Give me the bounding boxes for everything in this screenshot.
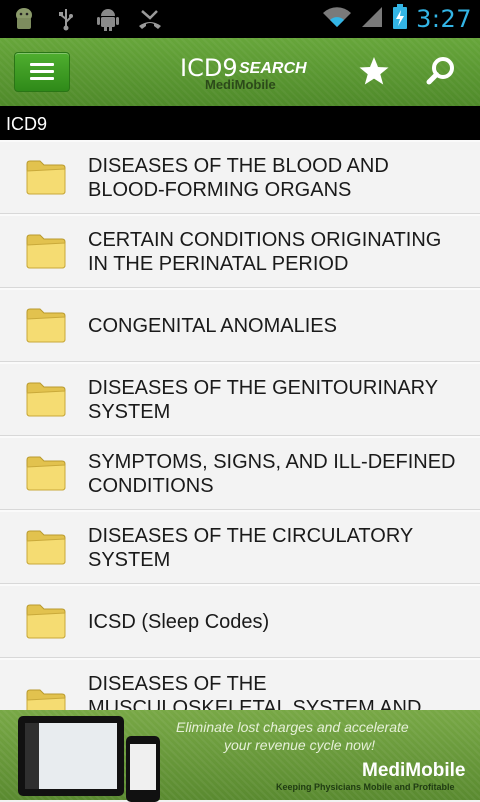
breadcrumb: ICD9 (0, 106, 480, 140)
list-item-label: DISEASES OF THE GENITOURINARY SYSTEM (88, 376, 438, 423)
clock: 3:27 (416, 5, 472, 33)
folder-icon (26, 234, 66, 269)
list-item[interactable]: SYMPTOMS, SIGNS, AND ILL-DEFINED CONDITI… (0, 436, 480, 510)
ad-headline: Eliminate lost charges and accelerate (176, 719, 409, 735)
search-button[interactable] (425, 55, 457, 87)
list-item[interactable]: DISEASES OF THE MUSCULOSKELETAL SYSTEM A… (0, 658, 480, 710)
list-item-label: CERTAIN CONDITIONS ORIGINATING IN THE PE… (88, 228, 442, 275)
battery-charging-icon (392, 3, 408, 35)
ad-brand: MediMobile (362, 760, 466, 781)
list-item-label: SYMPTOMS, SIGNS, AND ILL-DEFINED CONDITI… (88, 450, 456, 497)
category-list[interactable]: DISEASES OF THE BLOOD AND BLOOD-FORMING … (0, 140, 480, 710)
wifi-icon (322, 5, 352, 34)
ad-tagline: Keeping Physicians Mobile and Profitable (276, 782, 455, 792)
tablet-image (18, 716, 124, 796)
folder-icon (26, 604, 66, 639)
android-icon (94, 5, 122, 33)
list-item-label: DISEASES OF THE BLOOD AND BLOOD-FORMING … (88, 154, 389, 201)
missed-call-icon (136, 5, 164, 33)
list-item[interactable]: CERTAIN CONDITIONS ORIGINATING IN THE PE… (0, 214, 480, 288)
list-item[interactable]: DISEASES OF THE GENITOURINARY SYSTEM (0, 362, 480, 436)
breadcrumb-label: ICD9 (6, 114, 48, 134)
list-item[interactable]: CONGENITAL ANOMALIES (0, 288, 480, 362)
list-item-label: ICSD (Sleep Codes) (88, 610, 270, 633)
list-item-label: CONGENITAL ANOMALIES (88, 314, 337, 337)
ad-banner[interactable]: Eliminate lost charges and accelerate yo… (0, 710, 480, 802)
folder-icon (26, 382, 66, 417)
app-logo: ICD9 SEARCH MediMobile (180, 54, 307, 94)
app-bar: ICD9 SEARCH MediMobile (0, 38, 480, 106)
star-icon (359, 57, 389, 85)
logo-sub-text: SEARCH (239, 60, 307, 77)
folder-icon (26, 530, 66, 565)
favorites-button[interactable] (358, 55, 390, 87)
ad-subheadline: your revenue cycle now! (224, 737, 375, 753)
search-icon (426, 57, 454, 85)
list-item[interactable]: DISEASES OF THE CIRCULATORY SYSTEM (0, 510, 480, 584)
signal-icon (360, 5, 384, 34)
folder-icon (26, 689, 66, 710)
list-item-label: DISEASES OF THE MUSCULOSKELETAL SYSTEM A… (88, 673, 422, 710)
usb-icon (52, 5, 80, 33)
logo-brand-text: MediMobile (205, 77, 276, 92)
list-item[interactable]: DISEASES OF THE BLOOD AND BLOOD-FORMING … (0, 140, 480, 214)
list-item-label: DISEASES OF THE CIRCULATORY SYSTEM (88, 524, 413, 571)
status-bar: 3:27 (0, 0, 480, 38)
menu-button[interactable] (14, 52, 70, 92)
list-item[interactable]: ICSD (Sleep Codes) (0, 584, 480, 658)
folder-icon (26, 308, 66, 343)
folder-icon (26, 456, 66, 491)
phone-image (126, 736, 160, 802)
android-debug-icon (10, 5, 38, 33)
folder-icon (26, 160, 66, 195)
